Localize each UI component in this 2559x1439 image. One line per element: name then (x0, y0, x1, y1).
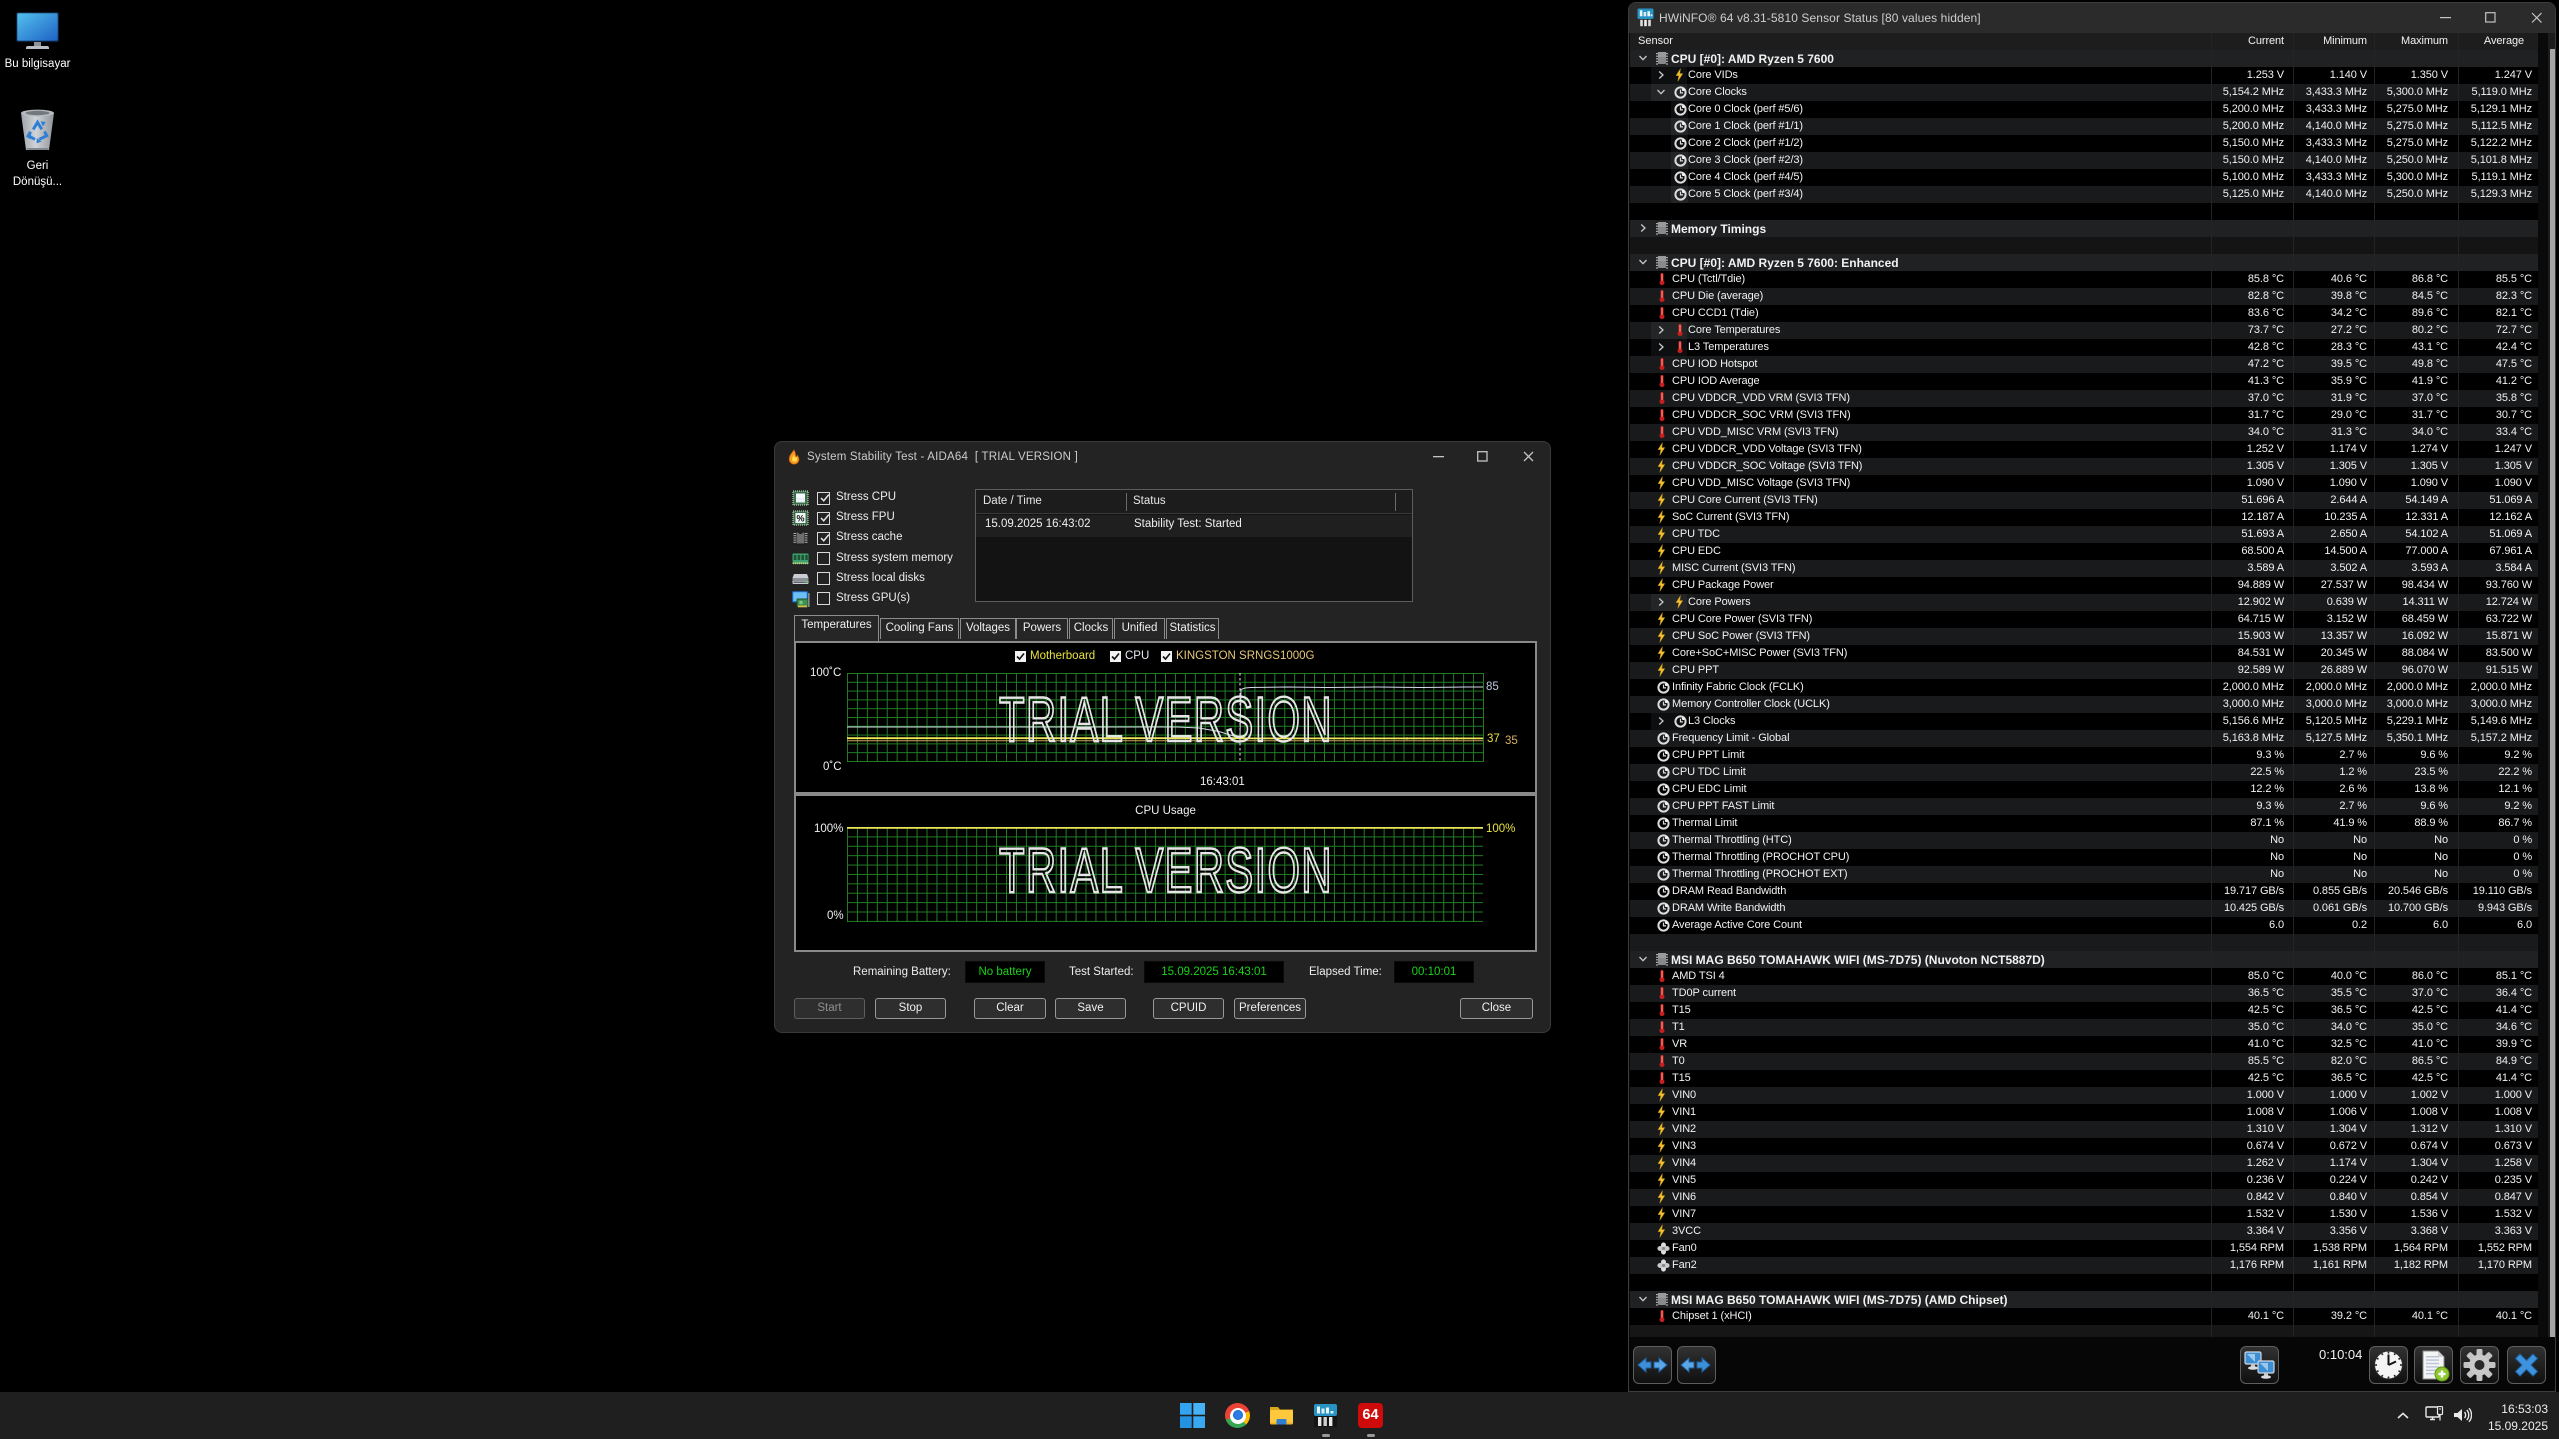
svg-text:%: % (796, 514, 804, 524)
